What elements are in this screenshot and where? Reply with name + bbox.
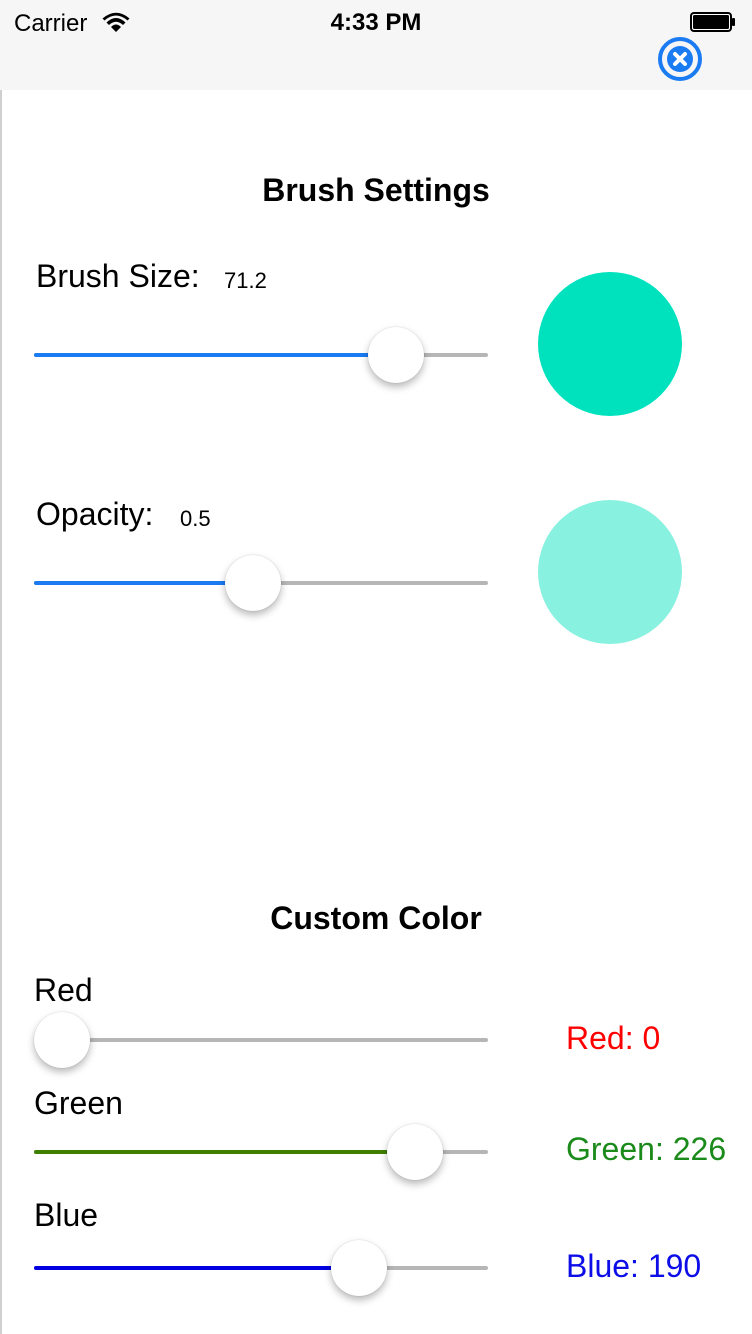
slider-thumb[interactable]	[330, 1240, 387, 1296]
left-edge-divider	[0, 90, 2, 1334]
slider-thumb[interactable]	[34, 1012, 90, 1068]
slider-track	[34, 1038, 488, 1042]
brush-size-value: 71.2	[224, 268, 267, 293]
opacity-label: Opacity:	[36, 496, 154, 532]
red-slider[interactable]	[34, 1012, 488, 1068]
green-readout: Green: 226	[566, 1131, 727, 1167]
brush-size-label: Brush Size:	[36, 258, 200, 294]
status-bar: Carrier 4:33 PM	[0, 0, 752, 90]
opacity-value: 0.5	[180, 506, 211, 531]
custom-color-title: Custom Color	[270, 900, 482, 936]
slider-thumb[interactable]	[386, 1124, 443, 1180]
clock: 4:33 PM	[330, 9, 422, 36]
blue-readout: Blue: 190	[566, 1248, 702, 1284]
brush-settings-title: Brush Settings	[262, 172, 490, 208]
slider-thumb[interactable]	[368, 327, 425, 383]
slider-fill	[34, 1150, 415, 1154]
brush-size-slider[interactable]	[34, 327, 488, 383]
opacity-slider[interactable]	[34, 555, 488, 611]
blue-slider[interactable]	[34, 1240, 488, 1296]
brush-preview-circle	[538, 272, 682, 416]
slider-fill	[34, 581, 254, 585]
battery-icon	[690, 12, 735, 32]
opacity-preview-circle	[538, 500, 682, 644]
green-label: Green	[34, 1085, 123, 1121]
blue-label: Blue	[34, 1197, 99, 1233]
slider-thumb[interactable]	[225, 555, 282, 611]
red-readout: Red: 0	[566, 1020, 661, 1056]
red-label: Red	[34, 972, 93, 1008]
close-icon[interactable]	[657, 36, 703, 82]
slider-fill	[34, 1266, 359, 1270]
slider-fill	[34, 353, 397, 357]
green-slider[interactable]	[34, 1124, 488, 1180]
